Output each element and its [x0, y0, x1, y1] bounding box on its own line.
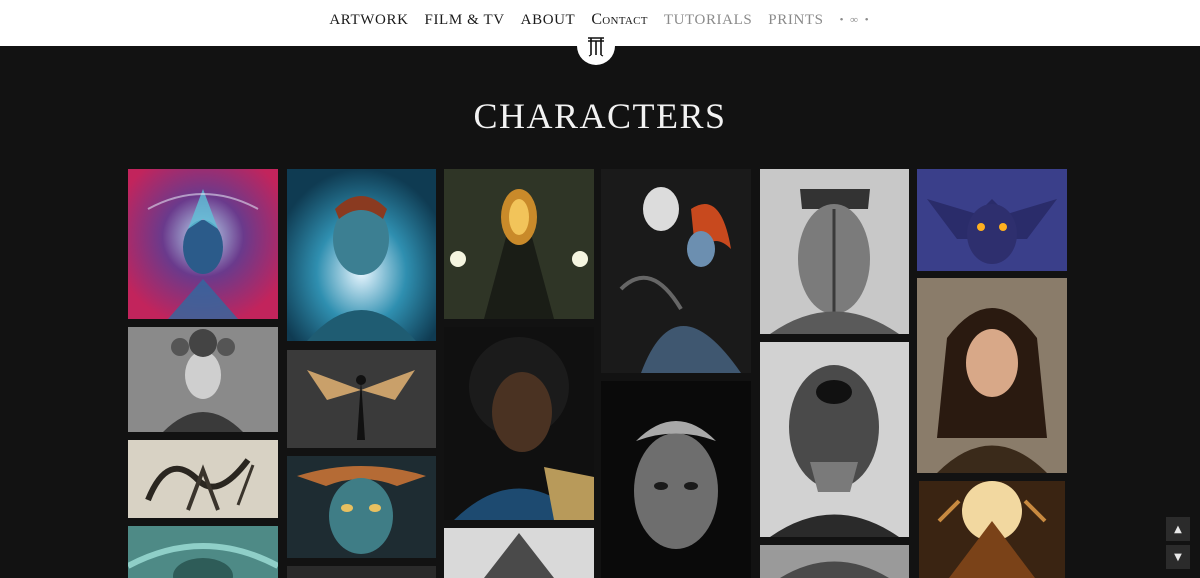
fiery-demon-partial-icon[interactable] — [919, 481, 1065, 578]
skeleton-and-red-haired-woman-icon[interactable] — [601, 169, 751, 373]
skull-helmet-figure-icon[interactable] — [760, 342, 909, 537]
scroll-down-button[interactable]: ▼ — [1166, 545, 1190, 569]
grey-creature-partial-icon[interactable] — [760, 545, 909, 578]
cyborg-face-split-icon[interactable] — [760, 169, 909, 334]
golden-glowing-head-icon[interactable] — [444, 169, 594, 319]
arrow-down-icon: ▼ — [1174, 551, 1182, 563]
dark-artwork-partial-icon[interactable] — [287, 566, 436, 578]
scroll-up-button[interactable]: ▲ — [1166, 517, 1190, 541]
brunette-woman-portrait-icon[interactable] — [917, 278, 1067, 473]
elderly-man-bw-portrait-icon[interactable] — [601, 381, 751, 578]
horned-blue-demon-icon[interactable] — [917, 169, 1067, 271]
bearded-man-portrait-icon[interactable] — [444, 327, 594, 520]
horned-tribal-mask-icon[interactable] — [287, 456, 436, 558]
blue-skinned-man-portrait-icon[interactable] — [287, 169, 436, 341]
alien-chrome-bust-icon[interactable] — [128, 327, 278, 432]
armored-warrior-partial-icon[interactable] — [444, 528, 594, 578]
cosmic-goddess-portrait-icon[interactable] — [128, 169, 278, 319]
arrow-up-icon: ▲ — [1174, 523, 1182, 535]
alien-creature-sketch-icon[interactable] — [128, 440, 278, 518]
character-gallery — [0, 0, 1200, 578]
teal-creature-partial-icon[interactable] — [128, 526, 278, 578]
winged-fairy-figure-icon[interactable] — [287, 350, 436, 448]
